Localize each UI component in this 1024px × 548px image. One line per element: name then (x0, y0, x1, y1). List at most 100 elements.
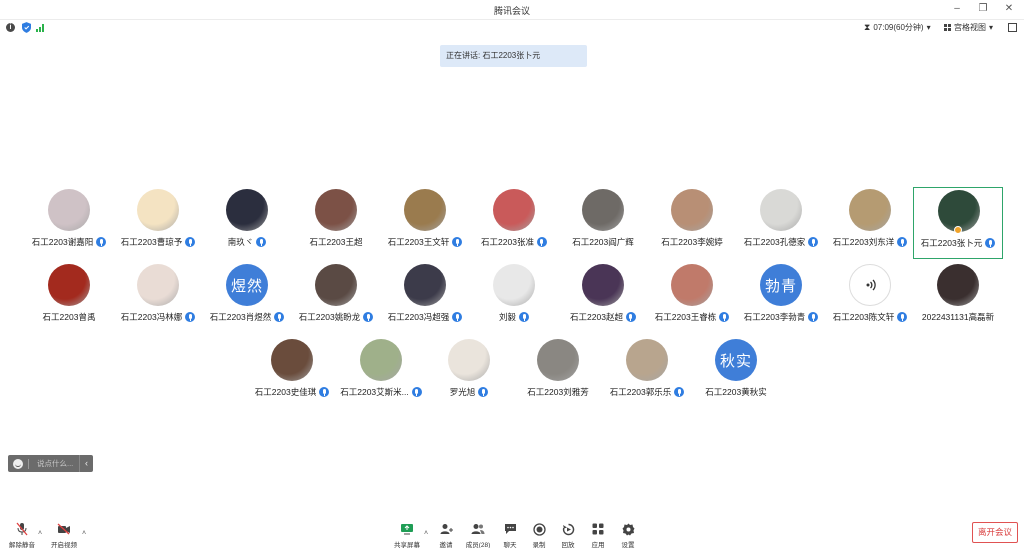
chevron-down-icon: ▾ (926, 23, 931, 32)
participant-name: 石工2203冯超强 (387, 312, 450, 322)
audio-options-caret-icon[interactable]: ˄ (38, 530, 42, 537)
speaking-banner: 正在讲话: 石工2203张卜元 (440, 45, 587, 67)
participant-tile[interactable]: 石工2203谢嘉阳 (24, 187, 114, 259)
mic-icon (478, 387, 489, 397)
participant-tile[interactable]: 石工2203曾禹 (24, 262, 114, 334)
minimize-icon[interactable]: – (950, 3, 964, 14)
sound-wave-icon (866, 279, 876, 291)
participant-name: 石工2203曾禹 (42, 312, 96, 322)
participant-name: 石工2203王睿栋 (654, 312, 717, 322)
mic-icon (985, 238, 996, 248)
participant-name: 石工2203李婉婷 (661, 237, 723, 247)
participant-name: 石工2203肖煜然 (209, 312, 272, 322)
shield-icon[interactable] (22, 22, 31, 33)
participant-name: 石工2203王文轩 (387, 237, 450, 247)
participant-tile[interactable]: 石工2203郭乐乐 (602, 337, 692, 409)
participant-tile[interactable]: 石工2203刘雅芳 (513, 337, 603, 409)
participant-name: 石工2203李勃青 (743, 312, 806, 322)
mic-muted-icon (2, 522, 42, 536)
fullscreen-icon[interactable] (1008, 23, 1017, 32)
participant-name: 石工2203孔德家 (743, 237, 806, 247)
participant-tile[interactable]: 石工2203陈文轩 (825, 262, 915, 334)
avatar (137, 189, 179, 231)
participant-tile[interactable]: 石工2203冯林娜 (113, 262, 203, 334)
leave-meeting-button[interactable]: 离开会议 (972, 522, 1018, 543)
emoji-icon[interactable] (13, 458, 23, 469)
share-screen-button[interactable]: 共享屏幕 (387, 522, 427, 548)
share-screen-label: 共享屏幕 (394, 542, 420, 548)
participant-name: 罗光旭 (449, 387, 476, 397)
close-icon[interactable]: ✕ (1002, 3, 1016, 14)
participant-name: 石工2203姚盼龙 (298, 312, 361, 322)
participant-tile[interactable]: 秋实石工2203黄秋实 (691, 337, 781, 409)
settings-label: 设置 (621, 542, 635, 548)
participant-tile[interactable]: 石工2203曹琼予 (113, 187, 203, 259)
view-switcher[interactable]: 宫格视图 ▾ (944, 22, 993, 33)
participant-tile[interactable]: 石工2203刘东洋 (825, 187, 915, 259)
participant-tile[interactable]: 煜然 石工2203肖煜然 (202, 262, 292, 334)
participant-tile[interactable]: 石工2203李婉婷 (647, 187, 737, 259)
participant-tile[interactable]: 刘毅 (469, 262, 559, 334)
avatar (448, 339, 490, 381)
participant-name: 石工2203黄秋实 (705, 387, 767, 397)
settings-button[interactable]: 设置 (608, 522, 648, 548)
participant-name: 石工2203谢嘉阳 (31, 237, 94, 247)
participant-tile[interactable]: 石工2203王文轩 (380, 187, 470, 259)
meeting-info-bar: i ⧗ 07:09(60分钟) ▾ 宫格视图 ▾ (0, 20, 1024, 36)
participant-name: 南玖ヾ (227, 237, 254, 247)
signal-icon[interactable] (36, 24, 46, 32)
unmute-label: 解除静音 (9, 542, 35, 548)
participant-tile[interactable]: 勃青 石工2203李勃青 (736, 262, 826, 334)
avatar (404, 264, 446, 306)
mic-icon (625, 312, 636, 322)
participant-tile[interactable]: 石工2203姚盼龙 (291, 262, 381, 334)
participant-tile[interactable]: 石工2203史佳琪 (247, 337, 337, 409)
avatar (404, 189, 446, 231)
info-icon[interactable]: i (6, 23, 15, 32)
participant-tile[interactable]: 石工2203孔德家 (736, 187, 826, 259)
avatar (493, 189, 535, 231)
chevron-down-icon: ▾ (989, 23, 994, 32)
avatar: 秋实 (715, 339, 757, 381)
restore-icon[interactable]: ❐ (976, 3, 990, 14)
window-title: 腾讯会议 (493, 6, 530, 16)
avatar (849, 264, 891, 306)
avatar (937, 264, 979, 306)
divider (28, 458, 29, 469)
participant-tile[interactable]: 石工2203阎广辉 (558, 187, 648, 259)
meeting-timer[interactable]: ⧗ 07:09(60分钟) ▾ (864, 22, 931, 33)
participant-tile[interactable]: 石工2203冯超强 (380, 262, 470, 334)
chat-placeholder[interactable]: 说点什么... (37, 458, 79, 469)
participant-tile[interactable]: 石工2203王超 (291, 187, 381, 259)
avatar (582, 189, 624, 231)
participant-name: 石工2203王超 (309, 237, 363, 247)
participant-tile[interactable]: 石工2203王睿栋 (647, 262, 737, 334)
participant-tile[interactable]: 罗光旭 (424, 337, 514, 409)
mic-icon (519, 312, 529, 322)
avatar (315, 189, 357, 231)
participant-name: 石工2203郭乐乐 (609, 387, 672, 397)
participant-tile[interactable]: 2022431131高磊新 (913, 262, 1003, 334)
avatar (48, 264, 90, 306)
participant-tile[interactable]: 石工2203张卜元 (913, 187, 1003, 259)
view-label: 宫格视图 (954, 23, 986, 32)
avatar (493, 264, 535, 306)
collapse-chevron-icon[interactable]: ‹ (79, 455, 93, 472)
unmute-button[interactable]: 解除静音 (2, 522, 42, 548)
participant-tile[interactable]: 石工2203张准 (469, 187, 559, 259)
participant-name: 石工2203张卜元 (920, 238, 983, 248)
participant-tile[interactable]: 南玖ヾ (202, 187, 292, 259)
participant-name: 石工2203张准 (481, 237, 534, 247)
start-video-label: 开启视频 (51, 542, 77, 548)
avatar (671, 264, 713, 306)
video-options-caret-icon[interactable]: ˄ (82, 530, 86, 537)
start-video-button[interactable]: 开启视频 (44, 522, 84, 548)
avatar (582, 264, 624, 306)
mic-icon (536, 237, 547, 247)
participant-tile[interactable]: 石工2203赵超 (558, 262, 648, 334)
avatar (671, 189, 713, 231)
avatar (626, 339, 668, 381)
camera-off-icon (44, 522, 84, 536)
chat-quick-input[interactable]: 说点什么... ‹ (8, 455, 93, 472)
participant-tile[interactable]: 石工2203艾斯米... (336, 337, 426, 409)
